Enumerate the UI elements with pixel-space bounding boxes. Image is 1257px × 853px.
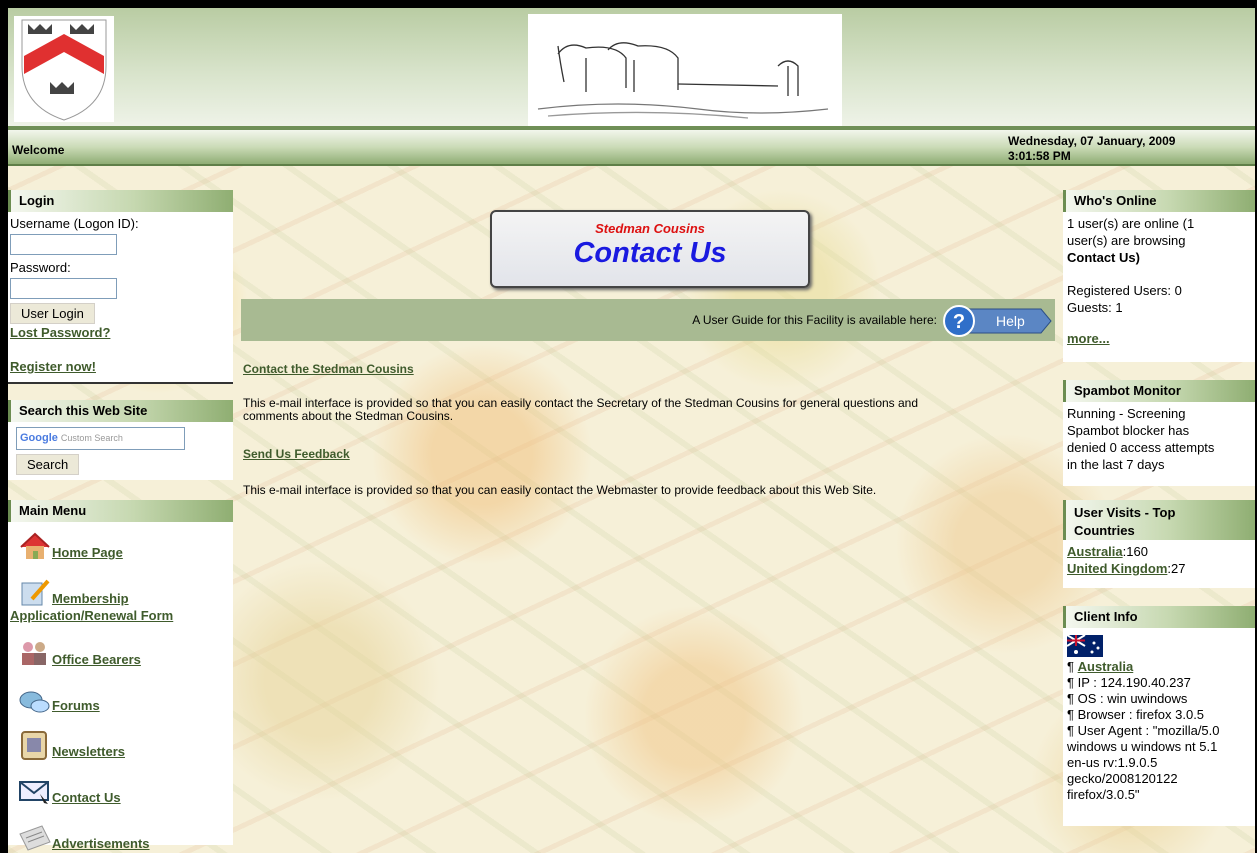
- newsletter-icon: [18, 730, 52, 760]
- section1-text-line2: comments about the Stedman Cousins.: [243, 409, 454, 423]
- visits-count: :27: [1167, 561, 1186, 576]
- menu-label-advertisements[interactable]: Advertisements: [52, 835, 150, 852]
- main-menu-panel: Main Menu Home Page Membership Applicati…: [8, 500, 233, 851]
- main-menu-title: Main Menu: [8, 500, 233, 522]
- svg-text:?: ?: [953, 311, 965, 333]
- menu-item-contact-us[interactable]: Contact Us: [18, 776, 229, 806]
- user-visits-title-line2: Countries: [1074, 523, 1135, 538]
- pencil-form-icon: [18, 577, 52, 607]
- speech-bubbles-icon: [18, 684, 52, 714]
- feedback-link-row: Send Us Feedback: [243, 448, 350, 461]
- australia-flag-icon: [1066, 634, 1103, 657]
- client-ua-line4: gecko/2008120122: [1067, 771, 1178, 786]
- menu-item-advertisements[interactable]: Advertisements: [18, 822, 229, 852]
- newspaper-icon: [18, 822, 52, 852]
- banner-title: Contact Us: [573, 237, 727, 269]
- search-placeholder: Custom Search: [60, 433, 123, 443]
- page: Welcome Wednesday, 07 January, 2009 3:01…: [8, 8, 1255, 853]
- spambot-monitor-panel: Spambot Monitor Running - Screening Spam…: [1063, 380, 1255, 486]
- search-input[interactable]: Google Custom Search: [16, 427, 185, 450]
- user-guide-bar: A User Guide for this Facility is availa…: [241, 299, 1055, 341]
- menu-label-home[interactable]: Home Page: [52, 544, 123, 561]
- username-label: Username (Logon ID):: [10, 216, 139, 231]
- menu-label-contact-us[interactable]: Contact Us: [52, 789, 121, 806]
- welcome-text: Welcome: [12, 143, 65, 157]
- client-ua-line3: en-us rv:1.9.0.5: [1067, 755, 1158, 770]
- spambot-title: Spambot Monitor: [1063, 380, 1255, 402]
- visits-count: :160: [1122, 544, 1148, 559]
- date-time: Wednesday, 07 January, 2009 3:01:58 PM: [1008, 134, 1248, 164]
- visits-row: United Kingdom:27: [1067, 560, 1251, 577]
- date-text: Wednesday, 07 January, 2009: [1008, 134, 1176, 148]
- menu-item-newsletters[interactable]: Newsletters: [18, 730, 229, 760]
- client-info-panel: Client Info ¶ Australia ¶ IP : 124.190.4…: [1063, 606, 1255, 826]
- search-panel: Search this Web Site Google Custom Searc…: [8, 400, 233, 480]
- whos-online-title: Who's Online: [1063, 190, 1255, 212]
- client-ua-line2: windows u windows nt 5.1: [1067, 739, 1218, 754]
- contact-secretary-link-row: Contact the Stedman Cousins: [243, 363, 414, 376]
- help-button[interactable]: ? Help: [941, 305, 1053, 337]
- send-feedback-link[interactable]: Send Us Feedback: [243, 447, 350, 461]
- menu-label-forums[interactable]: Forums: [52, 697, 100, 714]
- more-link[interactable]: more...: [1067, 331, 1110, 346]
- house-icon: [18, 531, 52, 561]
- spambot-line4: in the last 7 days: [1067, 457, 1165, 472]
- people-icon: [18, 638, 52, 668]
- ploughing-horses-image: [528, 14, 842, 130]
- password-input[interactable]: [10, 278, 117, 299]
- user-visits-title-line1: User Visits - Top: [1074, 505, 1176, 520]
- coat-of-arms-logo: [14, 16, 114, 122]
- online-line3: Contact Us): [1067, 250, 1140, 265]
- google-logo-icon: Google: [20, 432, 58, 444]
- spambot-line1: Running - Screening: [1067, 406, 1186, 421]
- country-link-australia[interactable]: Australia: [1067, 544, 1123, 559]
- search-title: Search this Web Site: [8, 400, 233, 422]
- login-title: Login: [8, 190, 233, 212]
- username-input[interactable]: [10, 234, 117, 255]
- online-line2: user(s) are browsing: [1067, 233, 1186, 248]
- site-header: [8, 8, 1255, 130]
- spambot-line2: Spambot blocker has: [1067, 423, 1190, 438]
- user-guide-text: A User Guide for this Facility is availa…: [692, 313, 937, 327]
- contact-stedman-cousins-link[interactable]: Contact the Stedman Cousins: [243, 362, 414, 376]
- guests-count: Guests: 1: [1067, 300, 1123, 315]
- client-ip: ¶ IP : 124.190.40.237: [1067, 675, 1191, 690]
- menu-item-forums[interactable]: Forums: [18, 684, 229, 714]
- client-country-link[interactable]: Australia: [1078, 659, 1134, 674]
- contact-secretary-text: This e-mail interface is provided so tha…: [243, 397, 1033, 423]
- online-line1: 1 user(s) are online (1: [1067, 216, 1195, 231]
- registered-users: Registered Users: 0: [1067, 283, 1182, 298]
- whos-online-panel: Who's Online 1 user(s) are online (1 use…: [1063, 190, 1255, 362]
- client-browser: ¶ Browser : firefox 3.0.5: [1067, 707, 1205, 722]
- client-info-title: Client Info: [1063, 606, 1255, 628]
- feedback-text: This e-mail interface is provided so tha…: [243, 483, 877, 497]
- envelope-icon: [18, 776, 52, 806]
- menu-label-membership[interactable]: Membership: [52, 590, 129, 607]
- menu-item-home[interactable]: Home Page: [18, 531, 229, 561]
- menu-item-membership[interactable]: Membership: [18, 577, 229, 607]
- banner-subtitle: Stedman Cousins: [595, 221, 705, 236]
- time-text: 3:01:58 PM: [1008, 149, 1071, 163]
- user-login-button[interactable]: User Login: [10, 303, 95, 324]
- login-panel: Login Username (Logon ID): Password: Use…: [8, 190, 233, 384]
- visits-row: Australia:160: [1067, 543, 1251, 560]
- client-ua-line1: ¶ User Agent : "mozilla/5.0: [1067, 723, 1220, 738]
- menu-label-newsletters[interactable]: Newsletters: [52, 743, 125, 760]
- lost-password-link[interactable]: Lost Password?: [10, 325, 110, 340]
- user-visits-panel: User Visits - Top Countries Australia:16…: [1063, 500, 1255, 588]
- search-button[interactable]: Search: [16, 454, 80, 475]
- country-link-united-kingdom[interactable]: United Kingdom: [1067, 561, 1167, 576]
- password-label: Password:: [10, 260, 71, 275]
- register-link[interactable]: Register now!: [10, 359, 96, 374]
- help-button-label: Help: [996, 313, 1025, 329]
- menu-label-office-bearers[interactable]: Office Bearers: [52, 651, 141, 668]
- user-visits-title: User Visits - Top Countries: [1063, 500, 1255, 540]
- client-ua-line5: firefox/3.0.5": [1067, 787, 1140, 802]
- contact-us-banner: Stedman Cousins Contact Us: [490, 210, 810, 288]
- spambot-line3: denied 0 access attempts: [1067, 440, 1215, 455]
- menu-label-membership-form[interactable]: Application/Renewal Form: [10, 608, 173, 623]
- menu-item-office-bearers[interactable]: Office Bearers: [18, 638, 229, 668]
- client-os: ¶ OS : win uwindows: [1067, 691, 1188, 706]
